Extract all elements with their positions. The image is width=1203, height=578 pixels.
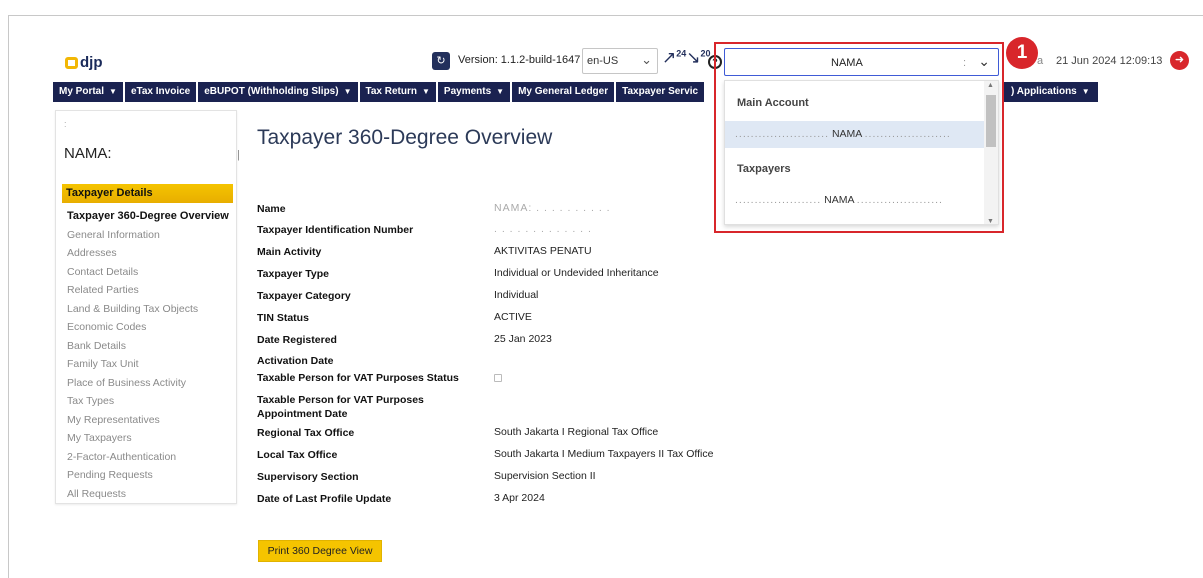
sidebar-item-all-requests[interactable]: All Requests [67, 485, 229, 504]
detail-label: Date of Last Profile Update [257, 493, 392, 505]
vat-status-checkbox[interactable] [494, 374, 502, 382]
sidebar: : NAMA: | Taxpayer Details Taxpayer 360-… [55, 110, 240, 504]
detail-label: Taxpayer Identification Number [257, 224, 414, 236]
datetime-value: 21 Jun 2024 12:09:13 [1056, 55, 1163, 67]
nav-ebupot[interactable]: eBUPOT (Withholding Slips) ▼ [198, 82, 358, 102]
detail-label: Taxpayer Category [257, 290, 351, 302]
detail-label: Supervisory Section [257, 471, 359, 483]
detail-label: Local Tax Office [257, 449, 338, 461]
sidebar-item-pending-requests[interactable]: Pending Requests [67, 466, 229, 485]
detail-label: Activation Date [257, 355, 334, 367]
dropdown-group-main-account: Main Account [737, 97, 809, 109]
sidebar-dot: : [64, 119, 67, 129]
detail-label: Taxable Person for VAT Purposes Status [257, 372, 459, 384]
refresh-icon[interactable]: ↻ [432, 52, 450, 70]
sidebar-item-bank-details[interactable]: Bank Details [67, 337, 229, 356]
sidebar-item-related-parties[interactable]: Related Parties [67, 281, 229, 300]
scrollbar-thumb[interactable] [986, 95, 996, 147]
detail-label: Taxable Person for VAT Purposes Appointm… [257, 394, 424, 420]
detail-value: ACTIVE [494, 311, 532, 323]
detail-value: 25 Jan 2023 [494, 333, 552, 345]
djp-logo[interactable]: djp [65, 54, 103, 71]
caret-down-icon: ▼ [496, 87, 505, 96]
main-nav: My Portal ▼ eTax Invoice eBUPOT (Withhold… [53, 82, 706, 102]
language-select[interactable]: en-US ⌄ [582, 48, 658, 74]
sidebar-item-my-taxpayers[interactable]: My Taxpayers [67, 429, 229, 448]
dropdown-option-taxpayer[interactable]: ...................... NAMA ............… [725, 187, 985, 214]
detail-label: TIN Status [257, 312, 309, 324]
dropdown-scrollbar[interactable]: ▲ ▼ [984, 81, 998, 224]
account-select[interactable]: NAMA : ⌄ [724, 48, 999, 76]
detail-value: Individual or Undevided Inheritance [494, 267, 659, 279]
logo-mark-icon [65, 56, 78, 69]
detail-value: . . . . . . . . . . . . . [494, 223, 592, 235]
sidebar-item-family-tax-unit[interactable]: Family Tax Unit [67, 355, 229, 374]
detail-value: Individual [494, 289, 539, 301]
chevron-down-icon: ⌄ [641, 52, 652, 67]
sidebar-item-360-overview[interactable]: Taxpayer 360-Degree Overview [67, 207, 229, 226]
dropdown-option-main-account[interactable]: ........................ NAMA ..........… [725, 121, 985, 148]
version-label: Version: 1.1.2-build-1647 [458, 54, 581, 66]
detail-label: Date Registered [257, 334, 337, 346]
account-select-sep: : [963, 57, 967, 69]
sidebar-item-tax-types[interactable]: Tax Types [67, 392, 229, 411]
notifications-icon[interactable]: ↗24↘20 [662, 48, 711, 68]
detail-value: NAMA: . . . . . . . . . . [494, 202, 611, 214]
page-title: Taxpayer 360-Degree Overview [257, 126, 553, 149]
sidebar-item-general-information[interactable]: General Information [67, 226, 229, 245]
account-select-value: NAMA [831, 57, 863, 69]
sidebar-item-my-representatives[interactable]: My Representatives [67, 411, 229, 430]
logout-icon[interactable]: ➜ [1170, 51, 1189, 70]
scroll-down-icon[interactable]: ▼ [987, 218, 994, 224]
sidebar-tick: | [237, 149, 240, 161]
chevron-down-icon[interactable]: ⌄ [978, 53, 990, 70]
detail-label: Name [257, 203, 286, 215]
language-value: en-US [587, 55, 619, 67]
datetime: a 21 Jun 2024 12:09:13 [1037, 55, 1163, 67]
detail-label: Taxpayer Type [257, 268, 329, 280]
nav-general-ledger[interactable]: My General Ledger [512, 82, 615, 102]
sidebar-item-addresses[interactable]: Addresses [67, 244, 229, 263]
nav-payments[interactable]: Payments ▼ [437, 82, 511, 102]
nav-tax-return[interactable]: Tax Return ▼ [359, 82, 436, 102]
sidebar-item-land-building[interactable]: Land & Building Tax Objects [67, 300, 229, 319]
sidebar-item-place-of-business[interactable]: Place of Business Activity [67, 374, 229, 393]
detail-value: Supervision Section II [494, 470, 596, 482]
nav-applications[interactable]: ) Applications ▼ [1003, 82, 1098, 102]
caret-down-icon: ▼ [1081, 87, 1090, 96]
sidebar-item-2fa[interactable]: 2-Factor-Authentication [67, 448, 229, 467]
print-360-button[interactable]: Print 360 Degree View [258, 540, 382, 562]
dropdown-group-taxpayers: Taxpayers [737, 163, 791, 175]
sidebar-section-header: Taxpayer Details [62, 184, 233, 203]
help-icon[interactable]: ? [708, 55, 722, 69]
caret-down-icon: ▼ [343, 87, 352, 96]
detail-value: South Jakarta I Medium Taxpayers II Tax … [494, 448, 714, 460]
detail-label: Main Activity [257, 246, 322, 258]
detail-value: South Jakarta I Regional Tax Office [494, 426, 659, 438]
detail-value: AKTIVITAS PENATU [494, 245, 592, 257]
caret-down-icon: ▼ [109, 87, 117, 96]
nav-etax-invoice[interactable]: eTax Invoice [124, 82, 197, 102]
account-dropdown: Main Account ........................ NA… [724, 80, 999, 225]
nav-taxpayer-services[interactable]: Taxpayer Servic [616, 82, 705, 102]
sidebar-item-economic-codes[interactable]: Economic Codes [67, 318, 229, 337]
logo-text: djp [80, 54, 103, 71]
scroll-up-icon[interactable]: ▲ [987, 82, 994, 89]
step-badge: 1 [1006, 37, 1038, 69]
sidebar-item-contact-details[interactable]: Contact Details [67, 263, 229, 282]
sidebar-menu: Taxpayer 360-Degree Overview General Inf… [67, 207, 229, 503]
nav-my-portal[interactable]: My Portal ▼ [53, 82, 123, 102]
detail-value: 3 Apr 2024 [494, 492, 545, 504]
datetime-prefix: a [1037, 55, 1044, 67]
sidebar-taxpayer-name: NAMA: [64, 145, 112, 162]
notification-count-1: 24 [676, 48, 687, 59]
caret-down-icon: ▼ [422, 87, 430, 96]
detail-label: Regional Tax Office [257, 427, 355, 439]
